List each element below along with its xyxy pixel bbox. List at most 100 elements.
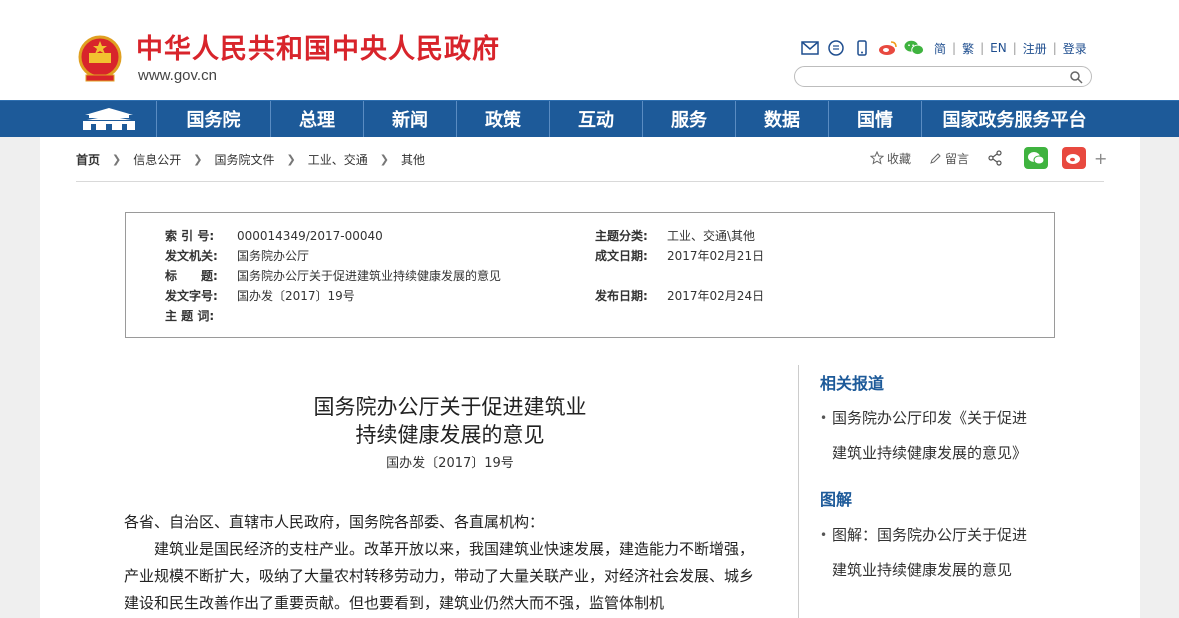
- top-tools: 简 | 繁 | EN | 注册 | 登录: [800, 38, 1087, 58]
- search-box: [794, 66, 1092, 87]
- separator: |: [1012, 41, 1017, 55]
- lang-english-link[interactable]: EN: [990, 41, 1007, 55]
- nav-home-logo[interactable]: [62, 101, 156, 137]
- chevron-right-icon: ❯: [193, 153, 203, 166]
- nav-item-gov-service-platform[interactable]: 国家政务服务平台: [921, 101, 1107, 137]
- separator: |: [1052, 41, 1057, 55]
- info-row: 发文机关: 国务院办公厅: [165, 248, 309, 264]
- nav-item-policy[interactable]: 政策: [456, 101, 549, 137]
- chevron-right-icon: ❯: [286, 153, 296, 166]
- info-label: 索 引 号:: [165, 229, 215, 243]
- search-icon[interactable]: [1069, 70, 1083, 84]
- site-header: 中华人民共和国中央人民政府 www.gov.cn 简 | 繁 | EN | 注册…: [0, 0, 1179, 100]
- infographic-link[interactable]: • 图解：国务院办公厅关于促进 建筑业持续健康发展的意见: [820, 518, 1060, 588]
- related-reports-heading: 相关报道: [820, 374, 885, 393]
- info-value: 工业、交通\其他: [667, 229, 756, 243]
- breadcrumb-home[interactable]: 首页: [76, 151, 100, 168]
- info-value: 国务院办公厅关于促进建筑业持续健康发展的意见: [237, 269, 502, 283]
- infographic-line: 图解：国务院办公厅关于促进: [832, 526, 1028, 544]
- nav-item-national-info[interactable]: 国情: [828, 101, 921, 137]
- star-icon: [870, 151, 884, 165]
- lang-links: 简 | 繁 | EN | 注册 | 登录: [934, 40, 1087, 57]
- info-row: 发布日期: 2017年02月24日: [595, 288, 764, 304]
- infographic-line: 建筑业持续健康发展的意见: [832, 561, 1013, 579]
- site-title[interactable]: 中华人民共和国中央人民政府: [136, 33, 500, 67]
- plus-icon[interactable]: +: [1094, 149, 1107, 168]
- site-url[interactable]: www.gov.cn: [138, 67, 217, 85]
- message-icon[interactable]: [826, 39, 846, 57]
- separator: |: [980, 41, 985, 55]
- sidebar-divider: [798, 365, 799, 618]
- login-link[interactable]: 登录: [1063, 40, 1087, 57]
- tiananmen-icon: [83, 108, 135, 130]
- info-label: 发布日期:: [595, 289, 648, 303]
- article-title-line: 持续健康发展的意见: [355, 423, 545, 447]
- info-value: 2017年02月24日: [667, 289, 765, 303]
- comment-label: 留言: [945, 151, 970, 166]
- info-label: 标 题:: [165, 269, 218, 283]
- lang-traditional-link[interactable]: 繁: [962, 40, 974, 57]
- share-icon: [988, 150, 1002, 166]
- mobile-icon[interactable]: [852, 39, 872, 57]
- bullet: •: [820, 528, 828, 542]
- article-title: 国务院办公厅关于促进建筑业 持续健康发展的意见: [124, 393, 776, 449]
- separator: |: [952, 41, 957, 55]
- info-row: 成文日期: 2017年02月21日: [595, 248, 764, 264]
- share-bar: 收藏 留言 +: [870, 147, 1107, 169]
- share-button[interactable]: [987, 150, 1006, 166]
- share-wechat-button[interactable]: [1024, 147, 1049, 169]
- wechat-icon[interactable]: [904, 39, 924, 57]
- mail-icon[interactable]: [800, 39, 820, 57]
- info-value: 2017年02月21日: [667, 249, 765, 263]
- national-emblem-icon[interactable]: [78, 35, 122, 83]
- info-value: 000014349/2017-00040: [237, 229, 383, 243]
- related-report-link[interactable]: • 国务院办公厅印发《关于促进 建筑业持续健康发展的意见》: [820, 401, 1060, 471]
- divider: [76, 181, 1104, 182]
- nav-item-premier[interactable]: 总理: [270, 101, 363, 137]
- info-label: 成文日期:: [595, 249, 648, 263]
- breadcrumb-info-disclosure[interactable]: 信息公开: [133, 151, 181, 168]
- register-link[interactable]: 注册: [1023, 40, 1047, 57]
- infographic-heading: 图解: [820, 490, 853, 509]
- search-input[interactable]: [807, 69, 1057, 84]
- info-label: 主题分类:: [595, 229, 648, 243]
- weibo-icon: [1066, 154, 1081, 164]
- share-weibo-button[interactable]: [1062, 147, 1087, 169]
- favorite-button[interactable]: 收藏: [870, 150, 911, 167]
- nav-item-data[interactable]: 数据: [735, 101, 828, 137]
- article-title-line: 国务院办公厅关于促进建筑业: [313, 395, 587, 419]
- chevron-right-icon: ❯: [112, 153, 122, 166]
- breadcrumb: 首页 ❯ 信息公开 ❯ 国务院文件 ❯ 工业、交通 ❯ 其他: [76, 151, 425, 168]
- lang-simplified-link[interactable]: 简: [934, 40, 946, 57]
- comment-button[interactable]: 留言: [929, 150, 969, 167]
- weibo-icon[interactable]: [878, 39, 898, 57]
- wechat-icon: [1028, 152, 1045, 165]
- info-label: 发文字号:: [165, 289, 218, 303]
- main-nav: 国务院 总理 新闻 政策 互动 服务 数据 国情 国家政务服务平台: [0, 100, 1179, 137]
- info-value: 国务院办公厅: [237, 249, 310, 263]
- info-label: 主 题 词:: [165, 309, 215, 323]
- breadcrumb-state-council-documents[interactable]: 国务院文件: [214, 151, 274, 168]
- article-paragraph: 建筑业是国民经济的支柱产业。改革开放以来，我国建筑业快速发展，建造能力不断增强，…: [124, 540, 755, 612]
- info-row: 主 题 词:: [165, 308, 237, 324]
- nav-item-interaction[interactable]: 互动: [549, 101, 642, 137]
- doc-number: 国办发〔2017〕19号: [386, 456, 514, 471]
- info-value: 国办发〔2017〕19号: [237, 289, 355, 303]
- favorite-label: 收藏: [887, 151, 912, 166]
- info-row: 标 题: 国务院办公厅关于促进建筑业持续健康发展的意见: [165, 268, 501, 284]
- nav-item-state-council[interactable]: 国务院: [156, 101, 270, 137]
- nav-item-news[interactable]: 新闻: [363, 101, 456, 137]
- document-info-table: 索 引 号: 000014349/2017-00040 发文机关: 国务院办公厅 标…: [125, 212, 1055, 338]
- bullet: •: [820, 411, 828, 425]
- breadcrumb-other[interactable]: 其他: [401, 151, 425, 168]
- info-label: 发文机关:: [165, 249, 218, 263]
- content-panel: 首页 ❯ 信息公开 ❯ 国务院文件 ❯ 工业、交通 ❯ 其他 收藏 留言 + 索…: [40, 137, 1140, 618]
- salutation: 各省、自治区、直辖市人民政府，国务院各部委、各直属机构：: [124, 513, 545, 531]
- nav-items: 国务院 总理 新闻 政策 互动 服务 数据 国情 国家政务服务平台: [156, 101, 1107, 137]
- breadcrumb-industry-transport[interactable]: 工业、交通: [308, 151, 368, 168]
- related-report-line: 建筑业持续健康发展的意见》: [832, 444, 1028, 462]
- pencil-icon: [930, 152, 941, 164]
- info-row: 索 引 号: 000014349/2017-00040: [165, 228, 383, 244]
- related-report-line: 国务院办公厅印发《关于促进: [832, 409, 1028, 427]
- nav-item-services[interactable]: 服务: [642, 101, 735, 137]
